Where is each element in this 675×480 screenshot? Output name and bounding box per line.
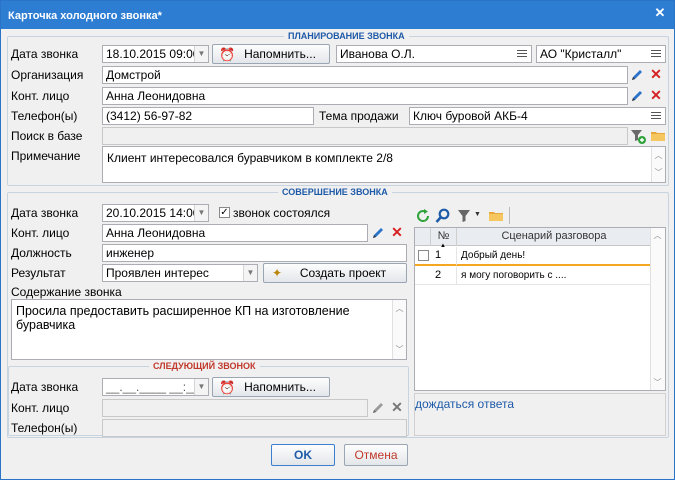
edit-pencil-icon[interactable] [371,226,385,240]
next-phone-input[interactable] [102,419,407,437]
chevron-down-icon[interactable]: ▼ [194,205,208,221]
filter-dropdown-icon[interactable]: ▼ [474,211,481,218]
done-date-label: Дата звонка [11,206,79,220]
chevron-down-icon[interactable]: ▼ [243,265,257,281]
toolbar-divider [509,207,510,224]
search-icon[interactable] [435,208,451,224]
position-label: Должность [11,246,72,260]
row-num: 2 [431,267,457,285]
folder-icon[interactable] [650,128,666,144]
clear-gray-icon[interactable]: ✕ [390,400,404,415]
table-row[interactable]: 2 я могу поговорить с .... [415,267,651,285]
plan-date-label: Дата звонка [11,47,79,61]
done-contact-label: Конт. лицо [11,226,70,240]
next-contact-input[interactable] [102,399,368,417]
position-input[interactable]: инженер [102,244,407,262]
row-num: 1 [431,247,457,265]
ok-button[interactable]: OK [271,444,335,466]
chevron-down-icon[interactable]: ▼ [194,46,208,62]
grid-head-num[interactable]: № ▲ [431,228,457,249]
note-scrollbar[interactable]: ︿ ﹀ [651,147,665,182]
filter-add-icon[interactable] [630,128,646,144]
grid-scrollbar[interactable]: ︿ ﹀ [650,228,665,390]
content-textarea[interactable]: Просила предоставить расширенное КП на и… [11,299,407,360]
plan-date-input[interactable]: 18.10.2015 09:00 ▼ [102,45,209,63]
folder-icon[interactable] [488,208,504,224]
row-checkbox[interactable] [418,250,429,261]
result-label: Результат [11,266,66,280]
chevron-down-icon[interactable]: ▼ [194,379,208,395]
alarm-clock-icon: ⏰ [219,380,236,395]
dialog-window: Карточка холодного звонка* ✕ ПЛАНИРОВАНИ… [0,0,675,480]
row-text: Добрый день! [461,250,526,261]
plan-remind-button[interactable]: ⏰ Напомнить... [212,44,330,64]
cancel-button[interactable]: Отмена [344,444,408,466]
title-bar: Карточка холодного звонка* ✕ [1,1,674,29]
list-icon[interactable] [650,48,662,60]
plan-contact-label: Конт. лицо [11,89,70,103]
clear-red-icon[interactable]: ✕ [649,88,663,103]
next-remind-button[interactable]: ⏰ Напомнить... [212,377,330,397]
edit-pencil-icon[interactable] [371,401,385,415]
grid-head-script[interactable]: Сценарий разговора [457,228,651,246]
org-label: Организация [11,68,84,82]
next-contact-label: Конт. лицо [11,401,70,415]
next-date-input[interactable]: __.__.____ __:__ ▼ [102,378,209,396]
script-detail-panel: дождаться ответа [414,393,666,436]
plan-phone-label: Телефон(ы) [11,109,78,123]
edit-pencil-icon[interactable] [630,68,644,82]
call-happened-label: звонок состоялся [233,206,331,220]
magic-wand-icon: ✦ [272,266,283,280]
topic-label: Тема продажи [319,109,399,123]
content-scrollbar[interactable]: ︿ ﹀ [392,300,406,359]
search-input[interactable] [102,127,628,145]
clear-red-icon[interactable]: ✕ [649,67,663,82]
org-input[interactable]: Домстрой [102,66,628,84]
script-grid: № ▲ Сценарий разговора 1 Добрый день! 2 … [414,227,666,391]
plan-section-title: ПЛАНИРОВАНИЕ ЗВОНКА [284,31,409,41]
row-text: я могу поговорить с .... [461,270,567,281]
close-icon[interactable]: ✕ [652,5,668,21]
done-section-title: СОВЕРШЕНИЕ ЗВОНКА [278,187,392,197]
note-textarea[interactable]: Клиент интересовался буравчиком в компле… [102,146,666,183]
edit-pencil-icon[interactable] [630,89,644,103]
next-date-label: Дата звонка [11,380,79,394]
next-section-title: СЛЕДУЮЩИЙ ЗВОНОК [149,361,260,371]
company-input[interactable]: АО "Кристалл" [536,45,666,63]
grid-head-check [415,228,431,246]
window-title: Карточка холодного звонка* [8,10,162,22]
note-label: Примечание [11,149,81,163]
table-row[interactable]: 1 Добрый день! [415,247,651,266]
list-icon[interactable] [516,48,528,60]
refresh-icon[interactable] [415,208,431,224]
search-label: Поиск в базе [11,129,83,143]
plan-contact-input[interactable]: Анна Леонидовна [102,87,628,105]
create-project-button[interactable]: ✦ Создать проект [263,263,407,283]
filter-icon[interactable] [457,208,473,224]
manager-input[interactable]: Иванова О.Л. [336,45,532,63]
alarm-clock-icon: ⏰ [219,47,236,62]
result-select[interactable]: Проявлен интерес ▼ [102,264,258,282]
done-contact-input[interactable]: Анна Леонидовна [102,224,368,242]
topic-input[interactable]: Ключ буровой АКБ-4 [409,107,666,125]
plan-phone-input[interactable]: (3412) 56-97-82 [102,107,314,125]
list-icon[interactable] [650,110,662,122]
clear-red-icon[interactable]: ✕ [390,225,404,240]
done-date-input[interactable]: 20.10.2015 14:00 ▼ [102,204,209,222]
content-label: Содержание звонка [11,285,122,299]
call-happened-checkbox[interactable]: ✓ [219,207,230,218]
next-phone-label: Телефон(ы) [11,421,78,435]
script-detail-text: дождаться ответа [415,397,515,411]
